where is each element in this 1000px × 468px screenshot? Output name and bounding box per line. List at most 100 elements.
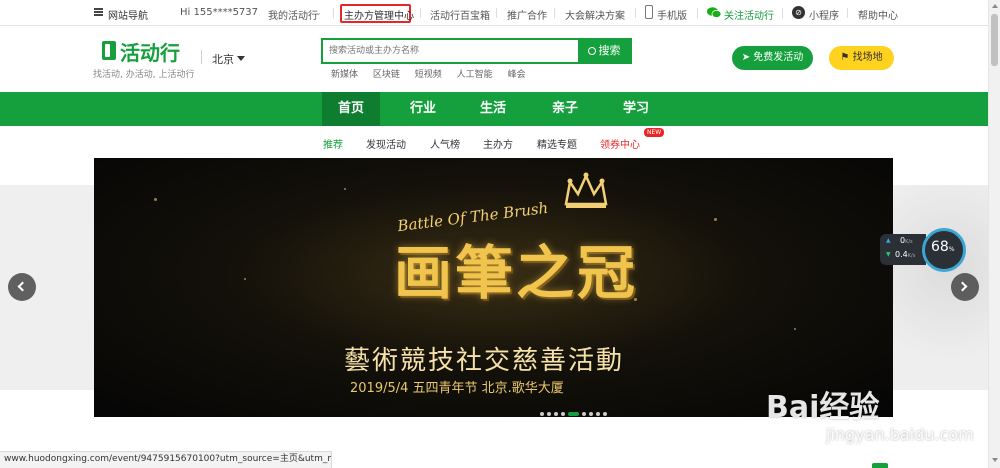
upload-arrow-icon: ▲ [886,237,891,244]
my-activities-link[interactable]: 我的活动行 [268,7,318,22]
hot-word-link[interactable]: 短视频 [415,70,442,80]
divider [697,8,698,18]
help-center-link[interactable]: 帮助中心 [858,7,898,22]
floating-button-edge[interactable] [872,463,888,468]
carousel-dot[interactable] [603,411,607,416]
logo-icon[interactable] [102,41,116,60]
nav-industry[interactable]: 行业 [394,92,452,126]
divider [847,8,848,18]
divider [635,8,636,18]
carousel-dot[interactable] [596,411,600,416]
chevron-right-icon [957,281,968,292]
mini-program-icon: ⊘ [792,6,805,19]
mobile-phone-icon [645,5,653,19]
subnav-topics[interactable]: 精选专题 [537,136,577,151]
baidu-jingyan-watermark: Bai经验 [766,390,880,425]
user-greeting[interactable]: Hi 155****5737 [180,7,258,18]
memory-usage-value: 68% [931,239,955,255]
carousel-dot[interactable] [561,411,565,416]
memory-usage-gauge[interactable]: 68% [922,228,966,272]
publish-event-button[interactable]: ➤ 免费发活动 [732,46,813,70]
find-venue-label: 找场地 [852,52,883,63]
upload-unit: K/s [905,239,913,245]
conference-solution-link[interactable]: 大会解决方案 [565,7,625,22]
download-speed: 0.4K/s [895,250,915,259]
carousel-prev-button[interactable] [8,273,36,301]
carousel-dot[interactable] [582,411,586,416]
chevron-down-icon: ⌄ [315,8,322,17]
banner-title: 画筆之冠 [394,239,639,307]
search-input[interactable] [329,43,569,59]
subnav-recommend[interactable]: 推荐 [323,136,343,151]
download-value: 0.4 [895,250,908,259]
subnav-popular[interactable]: 人气榜 [430,136,460,151]
hot-word-link[interactable]: 区块链 [373,70,400,80]
nav-home[interactable]: 首页 [322,92,380,126]
nav-family[interactable]: 亲子 [536,92,594,126]
mini-program-link[interactable]: 小程序 [809,7,839,22]
divider [554,8,555,18]
logo-text[interactable]: 活动行 [120,37,180,66]
site-nav-link[interactable]: 网站导航 [108,7,148,22]
divider [496,8,497,18]
promotion-link[interactable]: 推广合作 [507,7,547,22]
subnav-discover[interactable]: 发现活动 [366,136,406,151]
logo-slogan: 找活动, 办活动, 上活动行 [93,70,195,80]
percent-unit: % [948,246,955,253]
sub-nav: 推荐 发现活动 人气榜 主办方 精选专题 领券中心 [0,126,988,158]
upload-speed: 0K/s [900,236,913,245]
search-button[interactable]: 搜索 [578,40,630,62]
browser-status-bar: www.huodongxing.com/event/9475915670100?… [0,451,332,468]
menu-icon[interactable] [94,8,103,16]
scroll-up-icon[interactable] [992,4,998,8]
hot-word-link[interactable]: 人工智能 [457,70,493,80]
main-nav: 首页 行业 生活 亲子 学习 [0,92,988,126]
scroll-thumb[interactable] [991,14,998,66]
divider [420,8,421,18]
scroll-down-icon[interactable] [992,458,998,462]
carousel-dot[interactable] [540,411,544,416]
new-badge: NEW [644,128,665,137]
carousel-next-button[interactable] [951,273,979,301]
page: 网站导航 Hi 155****5737 我的活动行 ⌄ 主办方管理中心 活动行百… [0,0,1000,468]
divider [201,50,202,64]
crown-icon [564,172,608,208]
hot-words: 新媒体 区块链 短视频 人工智能 峰会 [331,67,538,80]
divider [333,8,334,18]
subnav-coupons[interactable]: 领券中心 [600,136,640,151]
flag-icon: ⚑ [840,52,853,63]
mobile-link[interactable]: 手机版 [657,7,687,22]
subnav-organizers[interactable]: 主办方 [483,136,513,151]
sparkle [244,278,246,280]
sparkle [154,198,157,201]
download-arrow-icon: ▼ [886,251,891,258]
hot-word-link[interactable]: 峰会 [508,70,526,80]
banner-carousel[interactable]: Battle Of The Brush 画筆之冠 藝術競技社交慈善活動 2019… [94,158,893,417]
city-selector[interactable]: 北京 [212,51,234,67]
scrollbar[interactable] [988,0,1000,468]
carousel-dot[interactable] [568,411,579,416]
caret-down-icon[interactable] [237,56,245,61]
find-venue-button[interactable]: ⚑ 找场地 [829,46,894,70]
activity-treasure-link[interactable]: 活动行百宝箱 [430,7,490,22]
wechat-icon [707,7,721,18]
network-speed-widget[interactable]: ▲ 0K/s ▼ 0.4K/s [880,234,926,265]
search-icon [587,47,596,55]
publish-event-label: 免费发活动 [753,52,804,63]
search-box: 搜索 [321,38,632,64]
follow-link[interactable]: 关注活动行 [724,7,774,22]
carousel-dot[interactable] [589,411,593,416]
carousel-dot[interactable] [554,411,558,416]
hot-word-link[interactable]: 新媒体 [331,70,358,80]
paper-plane-icon: ➤ [741,52,754,63]
download-unit: K/s [907,253,916,259]
nav-life[interactable]: 生活 [464,92,522,126]
nav-learning[interactable]: 学习 [607,92,665,126]
divider [782,8,783,18]
search-button-label: 搜索 [598,44,621,57]
sparkle [344,188,346,190]
chevron-left-icon [17,281,28,292]
organizer-center-link[interactable]: 主办方管理中心 [344,7,414,22]
sparkle [714,218,717,221]
carousel-dot[interactable] [547,411,551,416]
